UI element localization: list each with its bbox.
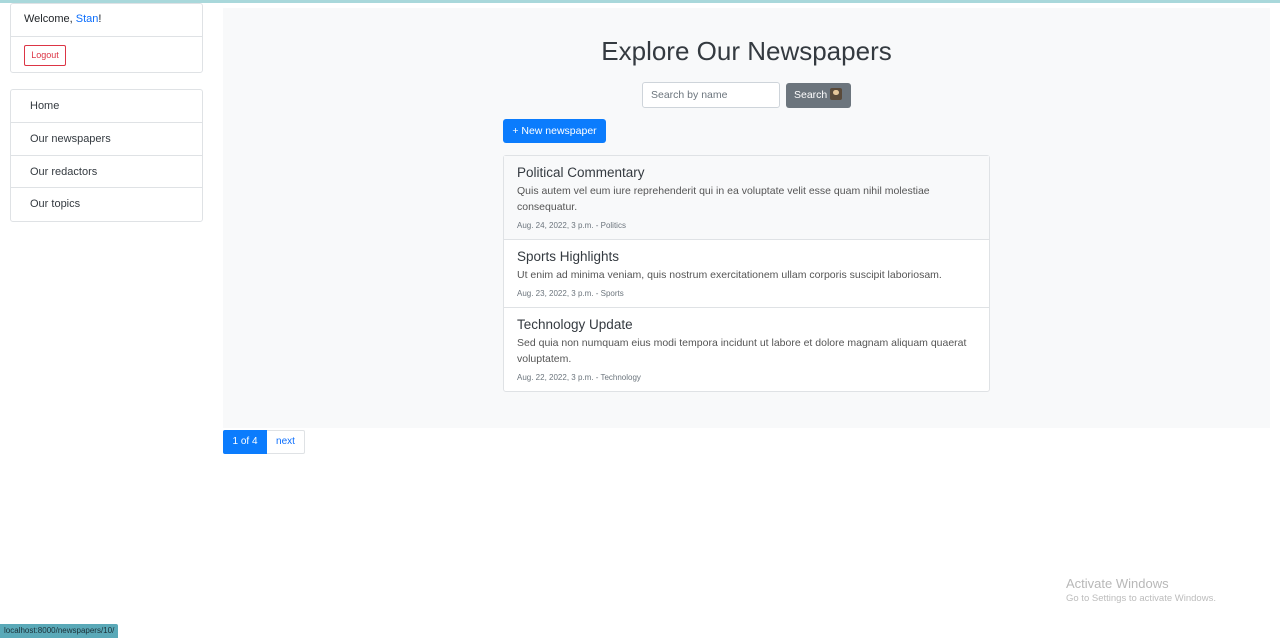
welcome-suffix: ! xyxy=(98,13,102,25)
list-item[interactable]: Political Commentary Quis autem vel eum … xyxy=(504,156,989,240)
newspaper-list: Political Commentary Quis autem vel eum … xyxy=(503,155,990,392)
page-title: Explore Our Newspapers xyxy=(601,36,892,66)
newspaper-meta: Aug. 24, 2022, 3 p.m. - Politics xyxy=(517,221,626,230)
username-link[interactable]: Stan xyxy=(76,13,99,25)
sidebar-item-redactors[interactable]: Our redactors xyxy=(11,156,202,189)
newspaper-title[interactable]: Sports Highlights xyxy=(517,249,976,264)
activate-windows-subtitle: Go to Settings to activate Windows. xyxy=(1066,593,1216,604)
logout-button[interactable]: Logout xyxy=(24,45,66,66)
sidebar-item-home[interactable]: Home xyxy=(11,90,202,123)
main-panel: Explore Our Newspapers Search + New news… xyxy=(223,8,1270,428)
newspaper-description: Sed quia non numquam eius modi tempora i… xyxy=(517,337,967,365)
newspaper-meta: Aug. 22, 2022, 3 p.m. - Technology xyxy=(517,373,641,382)
activate-windows-title: Activate Windows xyxy=(1066,576,1169,591)
detective-emoji-icon xyxy=(830,88,843,100)
newspaper-title[interactable]: Technology Update xyxy=(517,317,976,332)
new-newspaper-button[interactable]: + New newspaper xyxy=(503,119,606,143)
pagination-current: 1 of 4 xyxy=(223,430,267,454)
pagination-next-link[interactable]: next xyxy=(267,430,305,454)
newspaper-description: Quis autem vel eum iure reprehenderit qu… xyxy=(517,185,930,213)
status-url: localhost:8000/newspapers/10/ xyxy=(0,624,119,638)
welcome-card: Welcome, Stan! Logout xyxy=(10,3,203,73)
list-item[interactable]: Technology Update Sed quia non numquam e… xyxy=(504,308,989,391)
welcome-text: Welcome, Stan! xyxy=(11,4,202,37)
sidebar-item-newspapers[interactable]: Our newspapers xyxy=(11,123,202,156)
pagination: 1 of 4 next xyxy=(223,430,305,454)
newspaper-description: Ut enim ad minima veniam, quis nostrum e… xyxy=(517,269,942,281)
sidebar-nav: Home Our newspapers Our redactors Our to… xyxy=(10,89,203,222)
newspaper-meta: Aug. 23, 2022, 3 p.m. - Sports xyxy=(517,289,624,298)
sidebar-item-topics[interactable]: Our topics xyxy=(11,188,202,221)
search-button-label: Search xyxy=(794,89,828,101)
search-input[interactable] xyxy=(642,82,780,108)
newspaper-title[interactable]: Political Commentary xyxy=(517,165,976,180)
search-button[interactable]: Search xyxy=(786,83,851,108)
welcome-prefix: Welcome, xyxy=(24,13,76,25)
list-item[interactable]: Sports Highlights Ut enim ad minima veni… xyxy=(504,240,989,308)
